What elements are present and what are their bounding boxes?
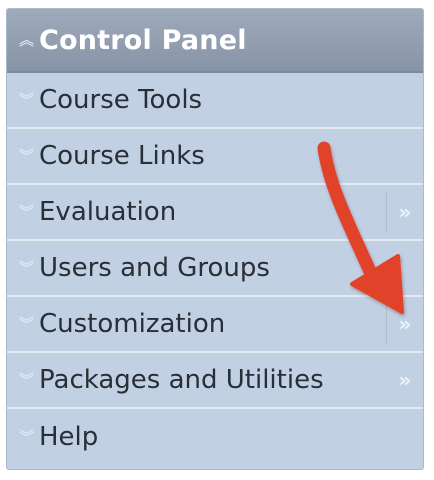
menu-item-label: Help: [39, 422, 99, 452]
menu-item-help[interactable]: ︾ Help: [7, 409, 423, 465]
double-chevron-down-icon: ︾: [19, 370, 35, 389]
menu-item-customization[interactable]: ︾ Customization »: [7, 297, 423, 353]
menu-item-label: Packages and Utilities: [39, 365, 324, 395]
double-chevron-down-icon: ︾: [19, 90, 35, 109]
double-chevron-up-icon: ︽: [19, 30, 35, 49]
double-chevron-down-icon: ︾: [19, 202, 35, 221]
menu-item-label: Course Tools: [39, 85, 203, 115]
menu-item-users-and-groups[interactable]: ︾ Users and Groups: [7, 241, 423, 297]
double-chevron-down-icon: ︾: [19, 314, 35, 333]
menu-item-label: Users and Groups: [39, 253, 270, 283]
double-chevron-down-icon: ︾: [19, 258, 35, 277]
menu-item-course-links[interactable]: ︾ Course Links: [7, 129, 423, 185]
expand-flyout-button[interactable]: »: [386, 191, 423, 233]
double-chevron-down-icon: ︾: [19, 427, 35, 446]
menu-item-label: Evaluation: [39, 197, 177, 227]
menu-item-course-tools[interactable]: ︾ Course Tools: [7, 73, 423, 129]
control-panel-title: Control Panel: [39, 24, 247, 56]
expand-flyout-button[interactable]: »: [387, 359, 423, 401]
double-chevron-down-icon: ︾: [19, 146, 35, 165]
menu-item-label: Course Links: [39, 141, 205, 171]
control-panel-header[interactable]: ︽ Control Panel: [7, 9, 423, 73]
menu-item-packages-and-utilities[interactable]: ︾ Packages and Utilities »: [7, 353, 423, 409]
expand-flyout-button[interactable]: »: [386, 303, 423, 345]
control-panel: ︽ Control Panel ︾ Course Tools ︾ Course …: [6, 8, 424, 470]
menu-item-label: Customization: [39, 309, 226, 339]
menu-item-evaluation[interactable]: ︾ Evaluation »: [7, 185, 423, 241]
